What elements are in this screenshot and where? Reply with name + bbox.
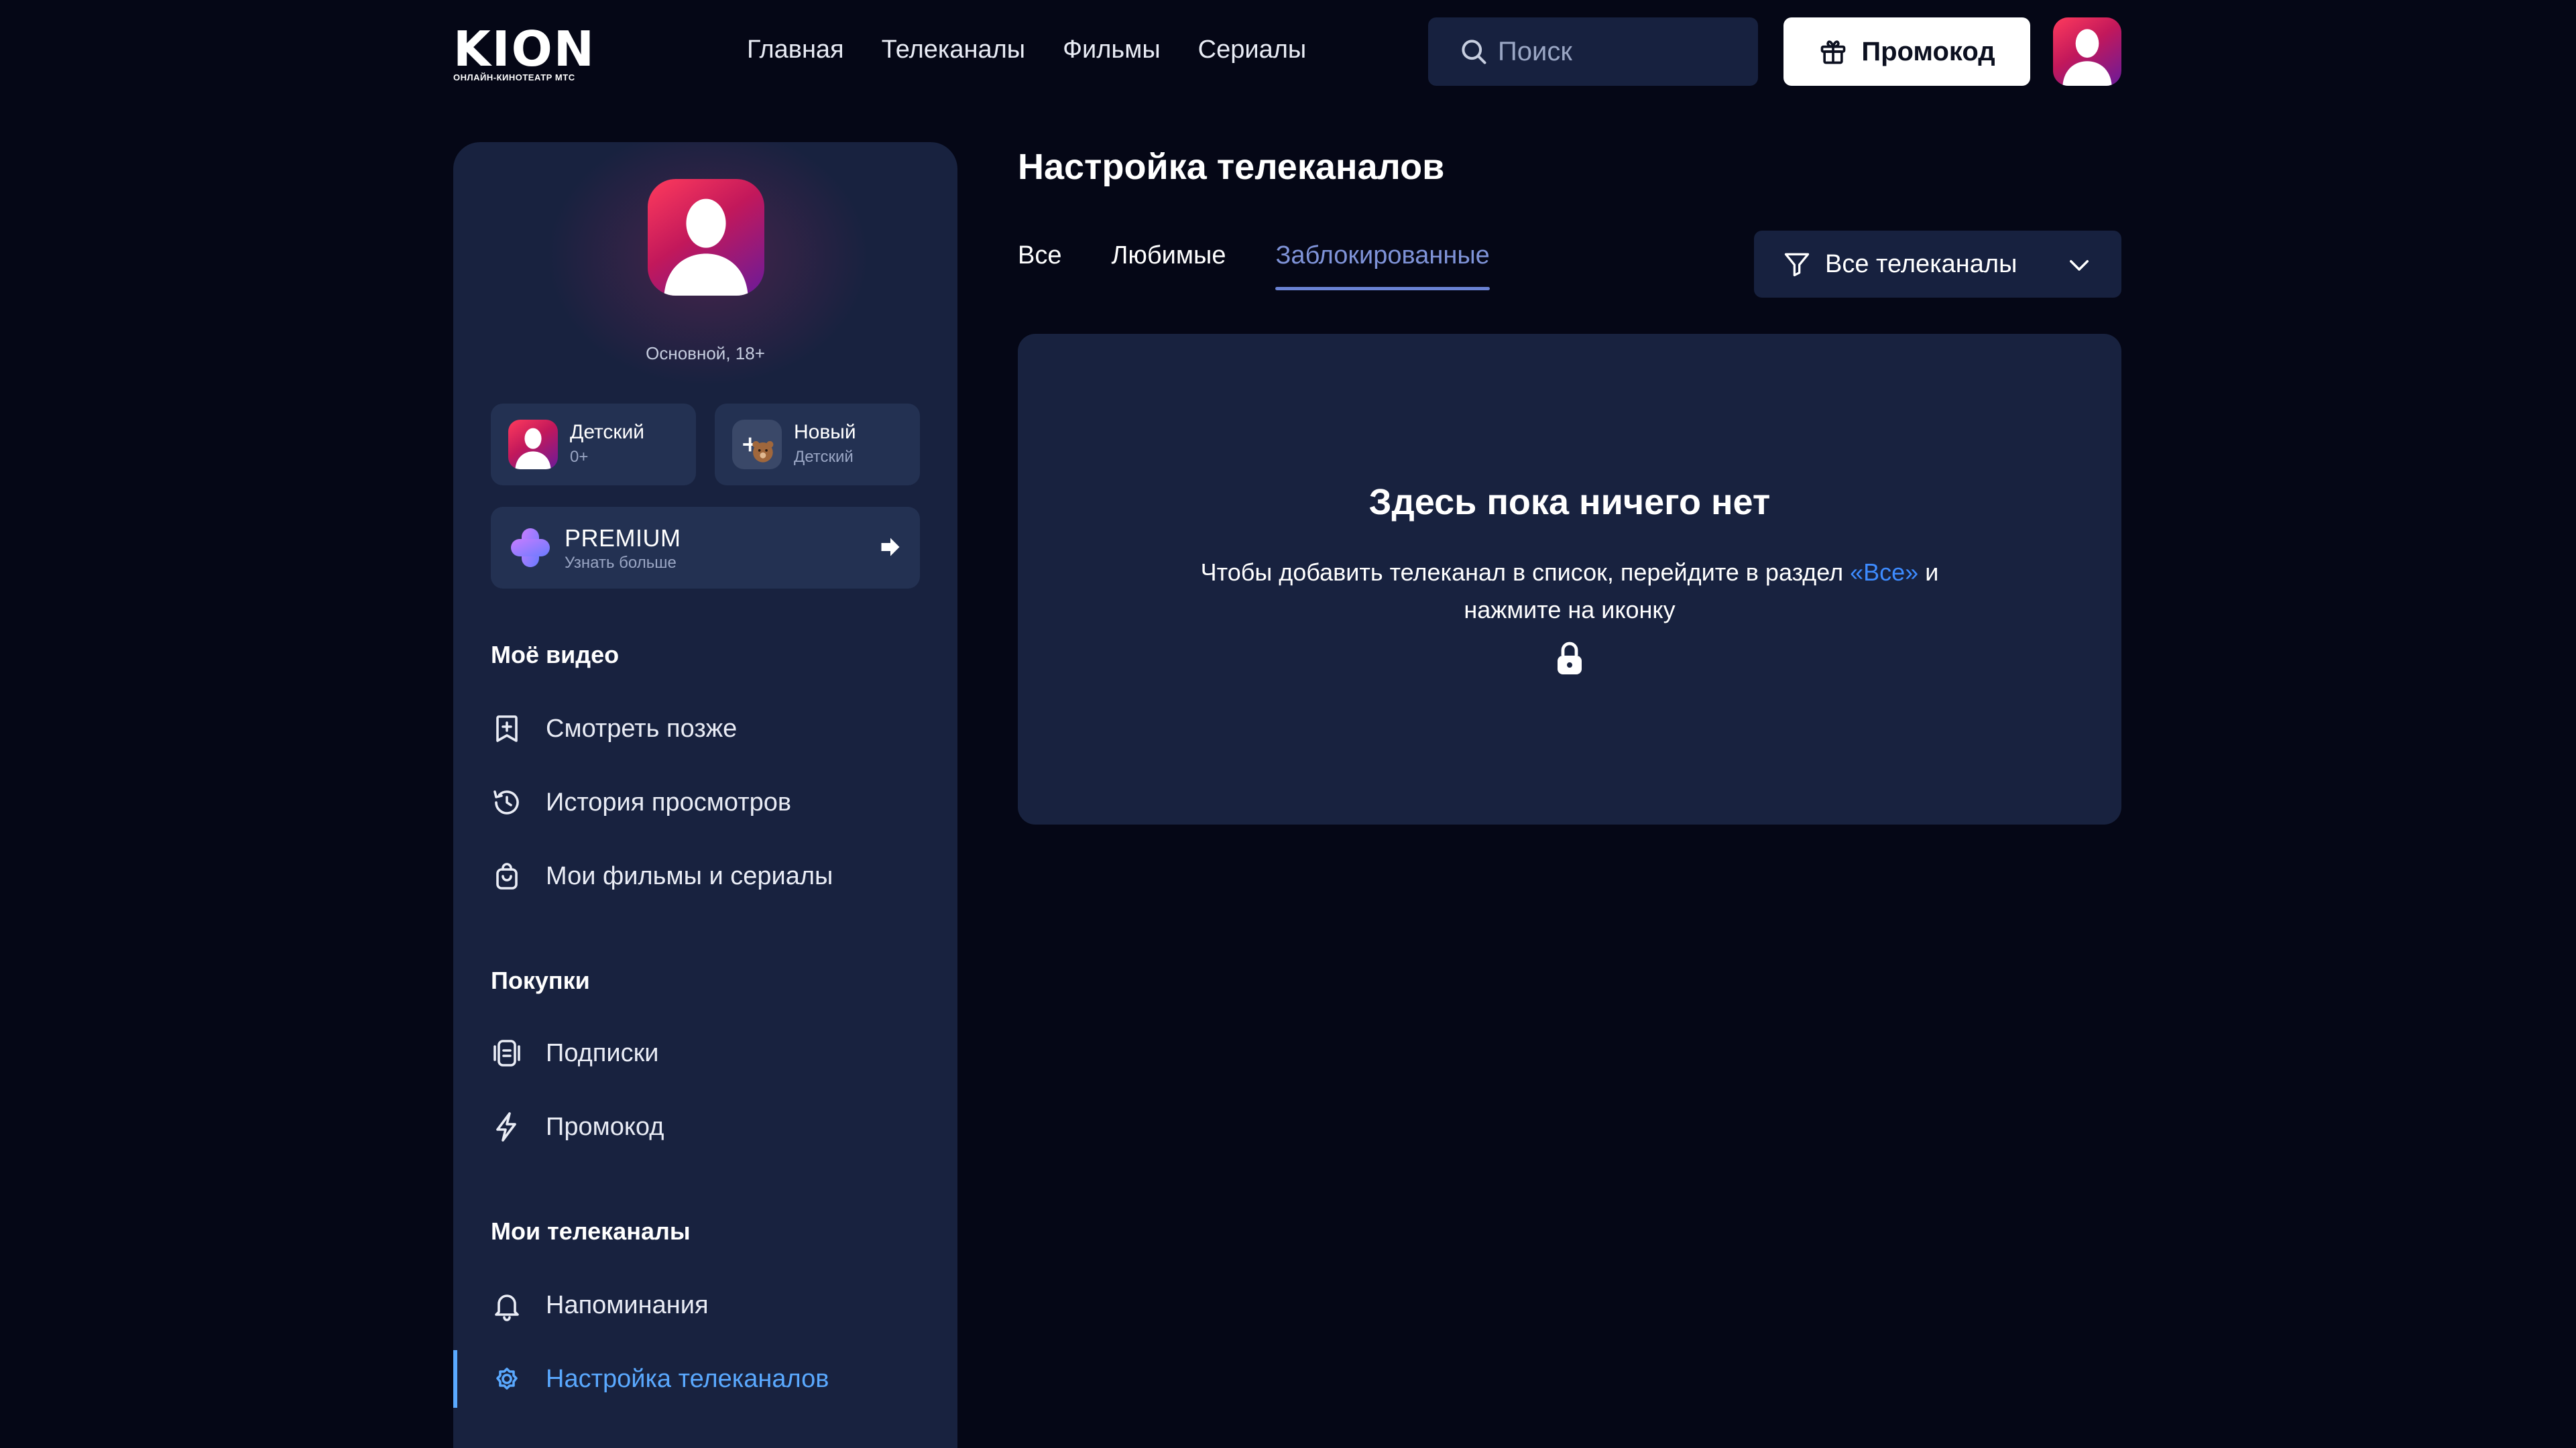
main-profile-avatar[interactable]	[648, 179, 764, 296]
menu-label: Промокод	[546, 1112, 664, 1141]
kids-avatar	[508, 420, 558, 469]
chevron-down-icon	[2070, 260, 2089, 271]
bell-icon	[495, 1294, 519, 1321]
plus-bear-icon	[743, 437, 774, 463]
premium-title: PREMIUM	[565, 524, 681, 552]
channel-tabs: Все Любимые Заблокированные	[1018, 241, 1490, 290]
nav-movies[interactable]: Фильмы	[1063, 32, 1161, 67]
page-title: Настройка телеканалов	[1018, 147, 1445, 187]
section-purchases: Покупки	[491, 967, 590, 994]
empty-state-title: Здесь пока ничего нет	[1368, 482, 1771, 522]
profile-age: 0+	[570, 448, 589, 466]
tab-blocked[interactable]: Заблокированные	[1275, 241, 1490, 290]
menu-label: Мои фильмы и сериалы	[546, 861, 833, 890]
search-icon	[1462, 40, 1486, 64]
user-avatar[interactable]	[2053, 17, 2121, 86]
profile-kids-card[interactable]: Детский 0+	[491, 404, 696, 485]
logo-text: KION	[453, 21, 596, 77]
tab-favorites[interactable]: Любимые	[1111, 241, 1226, 290]
empty-state-text: Чтобы добавить телеканал в список, перей…	[1167, 554, 1972, 629]
all-channels-link[interactable]: «Все»	[1850, 558, 1918, 586]
search-box[interactable]	[1428, 17, 1758, 86]
user-silhouette-icon	[664, 198, 748, 296]
menu-channel-settings[interactable]: Настройка телеканалов	[453, 1350, 957, 1408]
premium-icon	[511, 528, 550, 567]
menu-label: История просмотров	[546, 788, 792, 817]
new-profile-avatar	[732, 420, 782, 469]
lightning-icon	[496, 1112, 516, 1142]
tab-all[interactable]: Все	[1018, 241, 1061, 290]
user-silhouette-icon	[515, 428, 551, 469]
history-icon	[493, 790, 519, 814]
menu-label: Смотреть позже	[546, 714, 738, 743]
filter-icon	[1784, 253, 1810, 277]
main-nav: Главная Телеканалы Фильмы Сериалы	[747, 32, 1306, 67]
search-input[interactable]	[1498, 36, 1753, 67]
menu-subscriptions[interactable]: Подписки	[453, 1024, 957, 1082]
profile-title: Детский	[570, 421, 645, 443]
profile-type: Детский	[794, 448, 854, 466]
menu-watch-later[interactable]: Смотреть позже	[453, 700, 957, 758]
gift-icon	[1820, 40, 1846, 64]
profile-name: Основной, 18+	[646, 343, 765, 363]
empty-state-panel: Здесь пока ничего нет Чтобы добавить тел…	[1018, 334, 2121, 825]
kion-logo[interactable]: KION ОНЛАЙН-КИНОТЕАТР МТС	[453, 21, 614, 82]
menu-promocode[interactable]: Промокод	[453, 1098, 957, 1156]
section-my-video: Моё видео	[491, 641, 620, 668]
profile-sidebar: Основной, 18+ Детский 0+ Новый Детский P…	[453, 142, 957, 1448]
nav-home[interactable]: Главная	[747, 32, 844, 67]
menu-label: Напоминания	[546, 1290, 709, 1319]
add-profile-card[interactable]: Новый Детский	[715, 404, 920, 485]
filter-label: Все телеканалы	[1825, 249, 2017, 278]
profile-title: Новый	[794, 421, 856, 443]
nav-tv-channels[interactable]: Телеканалы	[882, 32, 1025, 67]
menu-label: Подписки	[546, 1038, 659, 1067]
menu-watch-history[interactable]: История просмотров	[453, 774, 957, 831]
nav-series[interactable]: Сериалы	[1198, 32, 1307, 67]
lock-icon	[1558, 642, 1582, 674]
promocode-button[interactable]: Промокод	[1783, 17, 2030, 86]
subscriptions-icon	[493, 1040, 520, 1067]
menu-my-movies-series[interactable]: Мои фильмы и сериалы	[453, 847, 957, 905]
gear-icon	[496, 1368, 518, 1390]
menu-label: Настройка телеканалов	[546, 1364, 829, 1393]
channel-filter-dropdown[interactable]: Все телеканалы	[1754, 231, 2121, 298]
user-silhouette-icon	[2062, 29, 2112, 86]
premium-banner[interactable]: PREMIUM Узнать больше	[491, 507, 920, 589]
shopping-bag-icon	[496, 863, 518, 890]
arrow-right-icon	[881, 538, 900, 556]
premium-subtitle: Узнать больше	[565, 554, 677, 572]
empty-text-before: Чтобы добавить телеканал в список, перей…	[1200, 558, 1851, 586]
menu-reminders[interactable]: Напоминания	[453, 1276, 957, 1334]
bookmark-plus-icon	[496, 715, 518, 742]
active-indicator	[453, 1350, 457, 1408]
promocode-label: Промокод	[1861, 36, 1995, 66]
section-my-channels: Мои телеканалы	[491, 1217, 691, 1245]
